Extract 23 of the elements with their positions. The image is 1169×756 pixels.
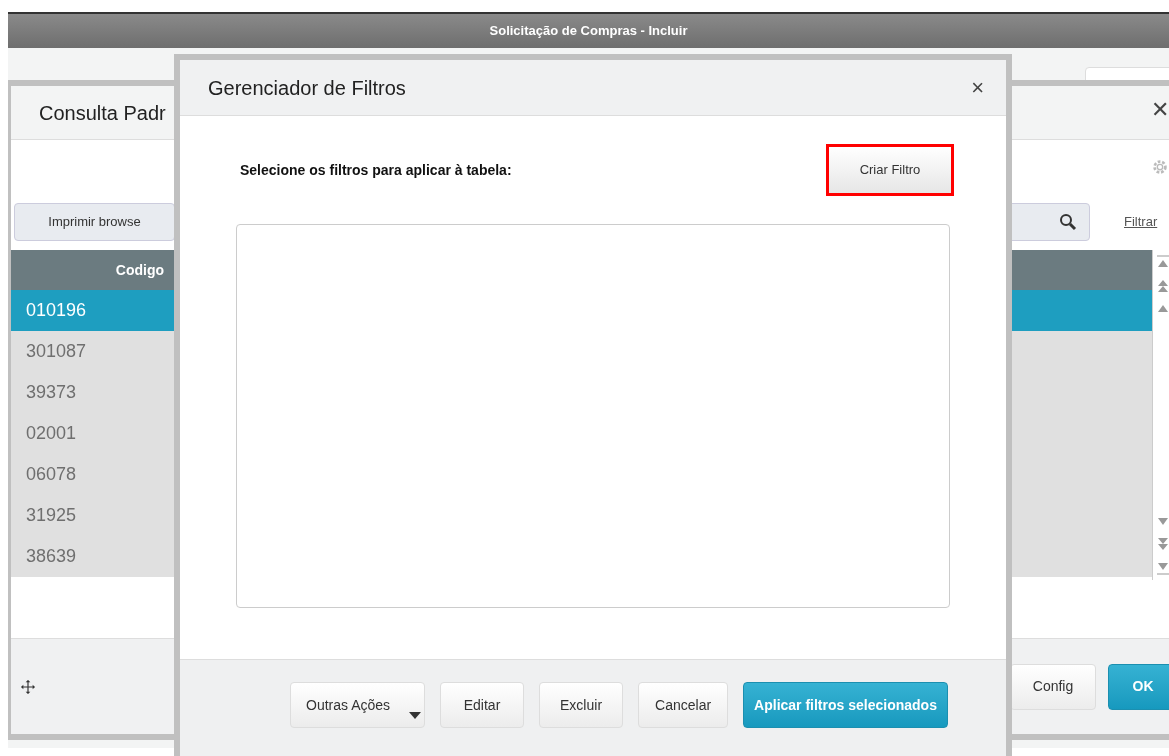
- caret-icon: [409, 712, 422, 719]
- action-button[interactable]: Cancelar: [638, 682, 729, 728]
- scroll-top-icon[interactable]: [1157, 254, 1169, 270]
- dropdown-button[interactable]: Outras Ações: [290, 682, 426, 728]
- search-icon: [1059, 213, 1077, 231]
- move-icon[interactable]: [21, 677, 35, 696]
- print-button[interactable]: Imprimir browse: [14, 203, 175, 241]
- scroll-bottom-icon[interactable]: [1157, 560, 1169, 576]
- close-button[interactable]: ✕: [1151, 99, 1169, 121]
- action-button[interactable]: Excluir: [539, 682, 624, 728]
- create-filter-button[interactable]: Criar Filtro: [826, 144, 954, 196]
- window-title: Solicitação de Compras - Incluir: [489, 22, 688, 41]
- dialog-title: Consulta Padr: [39, 100, 166, 126]
- page-down-icon[interactable]: [1157, 536, 1169, 552]
- page-up-icon[interactable]: [1157, 278, 1169, 294]
- modal-title: Gerenciador de Filtros: [208, 75, 406, 101]
- instruction-text: Selecione os filtros para aplicar à tabela:: [240, 160, 513, 180]
- gear-icon[interactable]: [1151, 158, 1169, 176]
- config-button[interactable]: Config: [1010, 663, 1096, 710]
- action-button[interactable]: Editar: [440, 682, 525, 728]
- column-header: Codigo: [114, 260, 164, 280]
- close-button[interactable]: ×: [971, 76, 984, 99]
- filter-link[interactable]: Filtrar: [1124, 212, 1158, 232]
